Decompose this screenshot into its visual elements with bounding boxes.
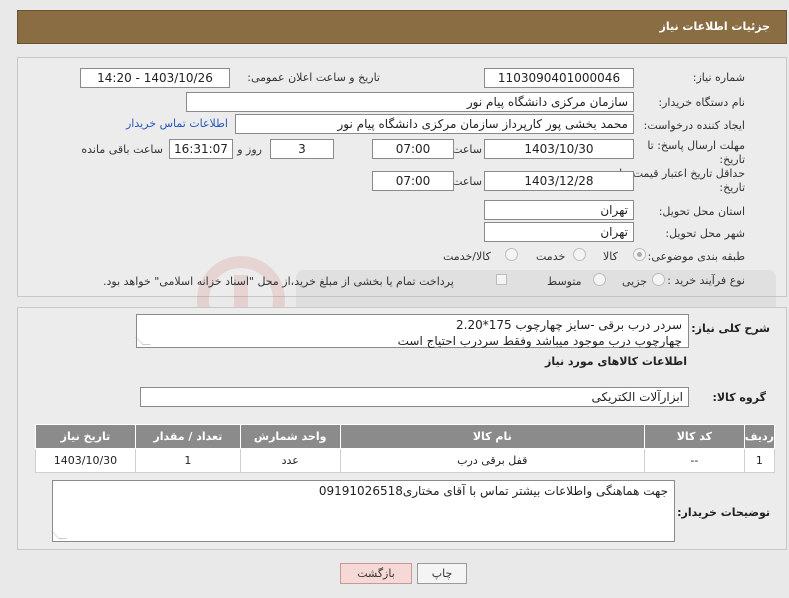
col-name: نام کالا xyxy=(339,424,645,449)
province-field: تهران xyxy=(484,200,634,220)
deadline-time-label: ساعت xyxy=(452,143,482,156)
category-radio-service[interactable] xyxy=(573,248,586,261)
cell-row: 1 xyxy=(743,448,776,473)
goods-table-header: ردیف کد کالا نام کالا واحد شمارش تعداد /… xyxy=(35,424,776,449)
deadline-label-date: تاریخ: xyxy=(719,153,745,166)
page-header: جزئیات اطلاعات نیاز xyxy=(17,10,787,44)
goods-group-field: ابزارآلات الکتریکی xyxy=(140,387,689,407)
days-label: روز و xyxy=(237,143,262,156)
description-label: شرح کلی نیاز: xyxy=(691,322,770,335)
treasury-note: پرداخت تمام یا بخشی از مبلغ خرید،از محل … xyxy=(103,275,454,288)
category-service-label: خدمت xyxy=(536,250,566,263)
process-medium-label: متوسط xyxy=(547,275,582,288)
cell-need-date: 1403/10/30 xyxy=(35,448,136,473)
process-label: نوع فرآیند خرید : xyxy=(667,274,745,287)
process-radio-medium[interactable] xyxy=(593,273,606,286)
goods-section-title: اطلاعات کالاهای مورد نیاز xyxy=(545,355,687,368)
category-radio-goods[interactable] xyxy=(633,248,646,261)
col-unit: واحد شمارش xyxy=(239,424,341,449)
back-button[interactable]: بازگشت xyxy=(340,563,412,584)
buyer-org-label: نام دستگاه خریدار: xyxy=(658,96,745,109)
buyer-contact-link[interactable]: اطلاعات تماس خریدار xyxy=(126,117,228,130)
table-row: 1 -- قفل برقی درب عدد 1 1403/10/30 xyxy=(35,448,776,473)
goods-group-label: گروه کالا: xyxy=(712,391,766,404)
treasury-checkbox[interactable] xyxy=(496,274,507,285)
description-line-2: چهارچوب درب موجود میباشد وفقط سردرب احتی… xyxy=(397,334,682,348)
category-goods-service-label: کالا/خدمت xyxy=(443,250,491,263)
remaining-label: ساعت باقی مانده xyxy=(81,143,163,156)
process-minor-label: جزیی xyxy=(622,275,648,288)
buyer-notes-text: جهت هماهنگی واطلاعات بیشتر تماس با آقای … xyxy=(318,484,668,498)
price-time-field: 07:00 xyxy=(372,171,454,191)
goods-table: ردیف کد کالا نام کالا واحد شمارش تعداد /… xyxy=(35,424,776,473)
deadline-time-field: 07:00 xyxy=(372,139,454,159)
price-validity-label-date: تاریخ: xyxy=(719,181,745,194)
print-button[interactable]: چاپ xyxy=(417,563,467,584)
col-quantity: تعداد / مقدار xyxy=(134,424,241,449)
price-validity-label: حداقل تاریخ اعتبار قیمت: تا xyxy=(619,167,745,180)
need-number-label: شماره نیاز: xyxy=(692,71,745,84)
cell-quantity: 1 xyxy=(134,448,241,473)
city-label: شهر محل تحویل: xyxy=(665,227,745,240)
creator-label: ایجاد کننده درخواست: xyxy=(643,119,745,132)
cell-unit: عدد xyxy=(239,448,341,473)
city-field: تهران xyxy=(484,222,634,242)
category-label: طبقه بندی موضوعی: xyxy=(647,250,745,263)
creator-field: محمد بخشی پور کارپرداز سازمان مرکزی دانش… xyxy=(235,114,634,134)
remaining-time-field: 16:31:07 xyxy=(169,139,233,159)
deadline-label: مهلت ارسال پاسخ: تا xyxy=(647,139,745,152)
deadline-date-field: 1403/10/30 xyxy=(484,139,634,159)
cell-name: قفل برقی درب xyxy=(339,448,645,473)
description-line-1: سردر درب برقی -سایز چهارچوب 175*2.20 xyxy=(456,318,682,332)
process-radio-minor[interactable] xyxy=(652,273,665,286)
col-code: کد کالا xyxy=(643,424,745,449)
days-count-field: 3 xyxy=(270,139,334,159)
need-number-field: 1103090401000046 xyxy=(484,68,634,88)
col-row: ردیف xyxy=(743,424,776,449)
buyer-org-field: سازمان مرکزی دانشگاه پیام نور xyxy=(186,92,634,112)
category-radio-goods-service[interactable] xyxy=(505,248,518,261)
resize-handle-icon[interactable] xyxy=(51,531,67,539)
price-time-label: ساعت xyxy=(452,175,482,188)
page-title: جزئیات اطلاعات نیاز xyxy=(659,20,771,33)
announce-field: 1403/10/26 - 14:20 xyxy=(80,68,230,88)
category-goods-label: کالا xyxy=(603,250,618,263)
buyer-notes-textarea[interactable]: جهت هماهنگی واطلاعات بیشتر تماس با آقای … xyxy=(51,480,675,542)
description-textarea[interactable]: سردر درب برقی -سایز چهارچوب 175*2.20 چها… xyxy=(135,314,689,348)
col-need-date: تاریخ نیاز xyxy=(35,424,136,449)
price-date-field: 1403/12/28 xyxy=(484,171,634,191)
announce-label: تاریخ و ساعت اعلان عمومی: xyxy=(247,71,380,84)
province-label: استان محل تحویل: xyxy=(658,205,745,218)
cell-code: -- xyxy=(643,448,745,473)
buyer-notes-label: توضیحات خریدار: xyxy=(677,506,770,519)
